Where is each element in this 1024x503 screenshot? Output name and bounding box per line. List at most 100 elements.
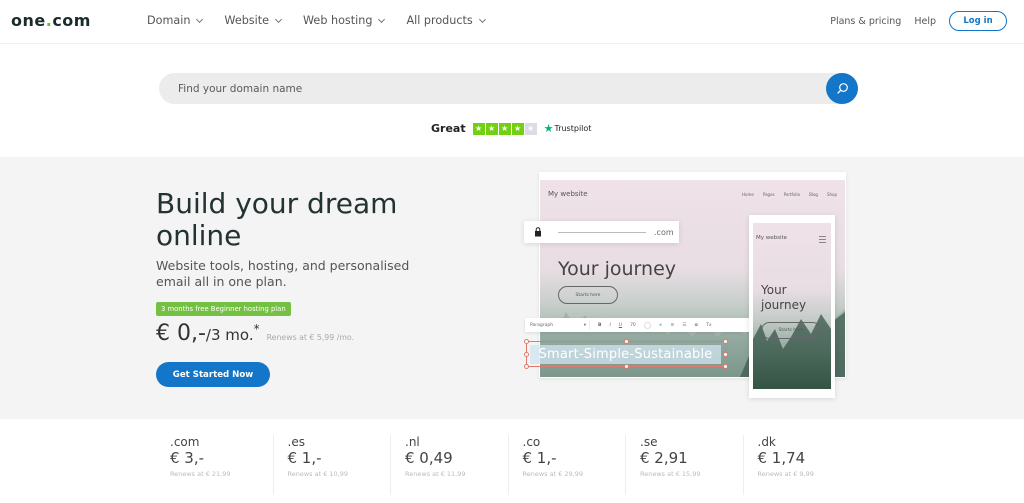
- nav-label: Website: [224, 14, 270, 27]
- chevron-down-icon: [378, 15, 386, 23]
- phone-forest-image: [753, 314, 831, 389]
- nav-item-web-hosting[interactable]: Web hosting: [303, 14, 386, 27]
- plans-pricing-link[interactable]: Plans & pricing: [830, 16, 901, 27]
- login-button[interactable]: Log in: [949, 11, 1007, 31]
- domain-price: € 1,-: [287, 449, 322, 467]
- phone-hero-line: Your: [761, 283, 787, 297]
- domain-search-input[interactable]: [178, 73, 818, 104]
- chevron-down-icon: [478, 15, 486, 23]
- price-period: /3 mo.: [205, 326, 254, 344]
- domain-price-list: .com € 3,- Renews at € 21,99 .es € 1,- R…: [156, 435, 861, 495]
- price-line: € 0,- /3 mo. * Renews at € 5,99 /mo.: [156, 321, 354, 346]
- search-icon: [836, 83, 848, 94]
- domain-tld: .com: [170, 435, 200, 449]
- rating-label: Great: [431, 122, 466, 135]
- domain-card-nl[interactable]: .nl € 0,49 Renews at € 11,99: [391, 435, 509, 495]
- chevron-down-icon: [274, 15, 283, 23]
- color-picker-icon: [643, 321, 651, 329]
- promo-badge: 3 months free Beginner hosting plan: [156, 302, 291, 316]
- resize-handle: [723, 352, 728, 357]
- mock-text-toolbar: Paragraph ▾ B I U 70 ∞ ≡ ☰ ≣ Tx: [525, 318, 758, 332]
- mock-select-label: Paragraph: [530, 322, 554, 328]
- domain-price: € 2,91: [640, 449, 688, 467]
- logo-text-com: com: [52, 11, 91, 30]
- phone-mockup-screen: My website Your journey Starts here: [753, 223, 831, 389]
- nav-item-all-products[interactable]: All products: [406, 14, 486, 27]
- hero-title: Build your dream online: [156, 187, 398, 252]
- search-button[interactable]: [826, 73, 858, 104]
- resize-handle: [624, 339, 629, 344]
- main-nav: Domain Website Web hosting All products: [147, 14, 507, 27]
- phone-hero-line: journey: [761, 298, 807, 312]
- nav-label: Domain: [147, 14, 191, 27]
- mock-nav-item: Portfolio: [783, 192, 801, 197]
- domain-renewal: Renews at € 21,99: [170, 470, 231, 478]
- trustpilot-rating[interactable]: Great ★ ★ ★ ★ ★ ★ Trustpilot: [431, 122, 591, 135]
- nav-item-website[interactable]: Website: [224, 14, 283, 27]
- resize-handle: [524, 352, 529, 357]
- trustpilot-brand-text: Trustpilot: [554, 124, 592, 133]
- hero-section: Build your dream online Website tools, h…: [0, 157, 1024, 419]
- phone-site-title: My website: [756, 235, 788, 241]
- hamburger-menu-icon: [819, 236, 826, 245]
- mock-site-nav: Home Pages Portfolio Blog Shop: [742, 192, 837, 197]
- mock-site-title: My website: [548, 190, 588, 198]
- domain-price: € 1,-: [522, 449, 557, 467]
- chevron-down-icon: ▾: [583, 322, 586, 328]
- right-nav: Plans & pricing Help Log in: [830, 11, 1007, 31]
- font-size-select: 70: [630, 322, 636, 328]
- mock-hero-text: Your journey: [558, 258, 676, 280]
- lock-icon: [535, 227, 541, 237]
- nav-label: Web hosting: [303, 14, 373, 27]
- domain-tld: .dk: [757, 435, 776, 449]
- indent-icon: ≣: [694, 322, 699, 328]
- domain-renewal: Renews at € 10,99: [287, 470, 349, 478]
- site-header: one.com Domain Website Web hosting All p…: [0, 0, 1024, 44]
- mock-domain-bar: .com: [524, 221, 679, 243]
- bold-icon: B: [598, 322, 602, 328]
- domain-card-dk[interactable]: .dk € 1,74 Renews at € 9,99: [744, 435, 862, 495]
- clear-format-icon: Tx: [706, 322, 712, 328]
- list-icon: ☰: [682, 322, 687, 328]
- mock-starts-here-button: Starts here: [558, 286, 618, 304]
- domain-tld: .nl: [405, 435, 420, 449]
- mock-editable-text: Smart-Simple-Sustainable: [530, 345, 721, 364]
- resize-handle: [624, 364, 629, 369]
- domain-renewal: Renews at € 11,99: [405, 470, 466, 478]
- resize-handle: [723, 339, 728, 344]
- align-icon: ≡: [670, 322, 675, 328]
- underline-icon: U: [618, 322, 623, 328]
- italic-icon: I: [609, 322, 611, 328]
- domain-card-com[interactable]: .com € 3,- Renews at € 21,99: [156, 435, 274, 495]
- mock-nav-item: Shop: [826, 192, 837, 197]
- mock-paragraph-select: Paragraph ▾: [528, 320, 590, 330]
- get-started-button[interactable]: Get Started Now: [156, 362, 270, 387]
- price-asterisk: *: [253, 322, 260, 336]
- star-filled-icon: ★: [511, 122, 524, 135]
- resize-handle: [723, 364, 728, 369]
- logo-text-one: one: [11, 11, 46, 30]
- domain-tld: .co: [522, 435, 541, 449]
- phone-starts-here-button: Starts here: [761, 322, 821, 339]
- domain-card-co[interactable]: .co € 1,- Renews at € 29,99: [509, 435, 626, 495]
- rating-stars: ★ ★ ★ ★ ★: [472, 122, 537, 135]
- phone-hero-text: Your journey: [761, 283, 806, 313]
- domain-placeholder-line: [558, 231, 646, 233]
- domain-tld: .com: [654, 227, 674, 237]
- resize-handle: [524, 364, 529, 369]
- mock-editable-text-box: Smart-Simple-Sustainable: [524, 339, 728, 369]
- domain-renewal: Renews at € 29,99: [522, 470, 584, 478]
- star-empty-icon: ★: [524, 122, 537, 135]
- trustpilot-logo: ★ Trustpilot: [544, 122, 592, 135]
- domain-card-se[interactable]: .se € 2,91 Renews at € 15,99: [626, 435, 744, 495]
- domain-tld: .se: [640, 435, 658, 449]
- help-link[interactable]: Help: [914, 16, 936, 27]
- star-filled-icon: ★: [498, 122, 511, 135]
- logo[interactable]: one.com: [11, 11, 91, 30]
- domain-renewal: Renews at € 9,99: [757, 470, 814, 478]
- domain-renewal: Renews at € 15,99: [640, 470, 701, 478]
- nav-label: All products: [406, 14, 473, 27]
- domain-card-es[interactable]: .es € 1,- Renews at € 10,99: [274, 435, 391, 495]
- nav-item-domain[interactable]: Domain: [147, 14, 204, 27]
- trustpilot-star-icon: ★: [543, 122, 554, 135]
